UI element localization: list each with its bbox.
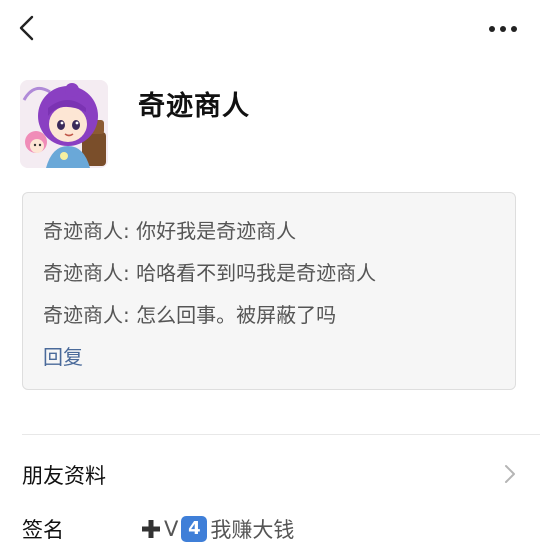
divider [22,434,540,435]
message-preview-box: 奇迹商人: 你好我是奇迹商人 奇迹商人: 哈咯看不到吗我是奇迹商人 奇迹商人: … [22,192,516,390]
signature-text: 我赚大钱 [210,518,295,542]
message-item: 奇迹商人: 哈咯看不到吗我是奇迹商人 [43,261,377,285]
message-item: 奇迹商人: 你好我是奇迹商人 [43,219,297,243]
keycap-4-icon: 4 [181,516,208,542]
top-bar [0,0,540,60]
friend-info-row[interactable]: 朋友资料 [0,448,540,500]
signature-row: 签名 V 4 我赚大钱 [0,504,540,552]
chevron-right-icon [505,465,515,483]
back-button[interactable] [12,12,44,44]
profile-name: 奇迹商人 [138,91,250,122]
signature-value: V 4 我赚大钱 [140,514,294,544]
signature-prefix: V [164,517,179,541]
plus-icon [142,520,160,538]
reply-link[interactable]: 回复 [43,341,83,370]
signature-label: 签名 [22,518,64,542]
more-dots-icon [489,26,517,32]
friend-info-label: 朋友资料 [22,464,106,488]
profile-header: 奇迹商人 [20,80,520,172]
message-item: 奇迹商人: 怎么回事。被屏蔽了吗 [43,303,337,327]
chevron-left-icon [19,15,34,41]
more-button[interactable] [484,16,524,42]
avatar[interactable] [20,80,108,168]
cartoon-girl-avatar [20,80,108,168]
